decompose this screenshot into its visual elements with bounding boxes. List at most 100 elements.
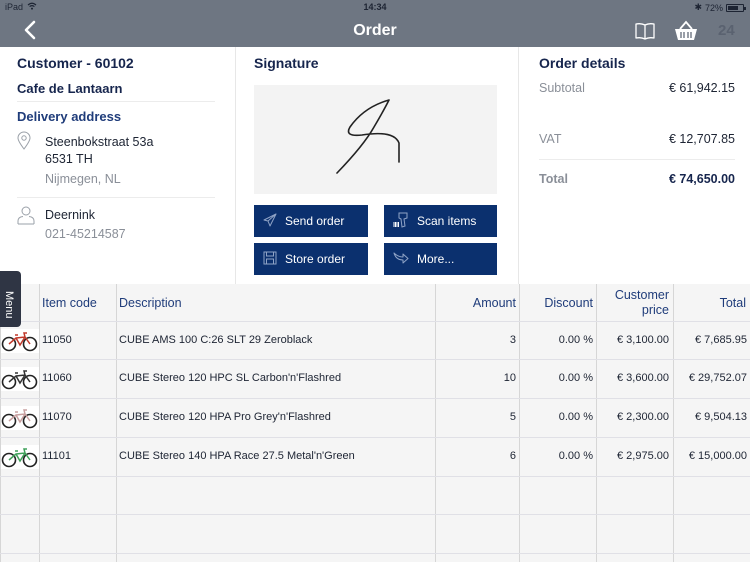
divider (17, 101, 215, 102)
bicycle-icon (1, 409, 39, 434)
total-row: Total € 74,650.00 (539, 172, 735, 186)
more-label: More... (417, 252, 455, 266)
vat-value: € 12,707.85 (668, 132, 735, 146)
item-code-cell: 11060 (42, 372, 72, 384)
amount-cell[interactable]: 3 (436, 334, 516, 346)
total-cell: € 15,000.00 (688, 450, 747, 462)
total-value: € 74,650.00 (668, 172, 735, 186)
customer-price-cell: € 2,300.00 (617, 411, 669, 423)
table-row[interactable]: 11050 CUBE AMS 100 C:26 SLT 29 Zeroblack… (0, 321, 750, 360)
navigation-bar: iPad 14:34 ✱ 72% Order 24 (0, 0, 750, 47)
address-line-2: 6531 TH (45, 152, 93, 166)
store-order-button[interactable]: Store order (254, 243, 368, 275)
bicycle-icon (1, 332, 39, 357)
order-lines-table: Item code Description Amount Discount Cu… (0, 284, 750, 562)
column-header-total[interactable]: Total (674, 296, 746, 310)
amount-cell[interactable]: 5 (436, 411, 516, 423)
column-header-customer-price-line2: price (641, 303, 669, 317)
order-header: Customer - 60102 Cafe de Lantaarn Delive… (0, 47, 750, 284)
column-header-customer-price-line1: Customer (614, 288, 669, 302)
discount-cell[interactable]: 0.00 % (520, 450, 593, 462)
customer-price-cell: € 2,975.00 (617, 450, 669, 462)
item-code-cell: 11101 (42, 450, 71, 462)
column-header-customer-price[interactable]: Customer price (597, 288, 669, 318)
barcode-scanner-icon (393, 212, 409, 231)
product-thumbnail (1, 406, 39, 430)
description-cell: CUBE Stereo 120 HPA Pro Grey'n'Flashred (119, 411, 331, 423)
battery-icon (726, 3, 746, 12)
amount-cell[interactable]: 10 (436, 372, 516, 384)
contact-name: Deernink (45, 208, 96, 222)
status-bar: iPad 14:34 ✱ 72% (0, 0, 750, 15)
bluetooth-icon: ✱ (694, 2, 702, 12)
total-cell: € 7,685.95 (695, 334, 747, 346)
customer-title: Customer - 60102 (17, 55, 134, 71)
column-header-discount[interactable]: Discount (520, 296, 593, 310)
customer-price-cell: € 3,100.00 (617, 334, 669, 346)
total-label: Total (539, 172, 568, 186)
description-cell: CUBE Stereo 140 HPA Race 27.5 Metal'n'Gr… (119, 450, 355, 462)
table-row[interactable]: 11070 CUBE Stereo 120 HPA Pro Grey'n'Fla… (0, 398, 750, 437)
battery-percent: 72% (704, 2, 723, 13)
column-header-item-code[interactable]: Item code (42, 296, 97, 310)
contact-person-icon (16, 205, 36, 230)
column-header-amount[interactable]: Amount (436, 296, 516, 310)
forward-arrow-icon (393, 251, 409, 268)
table-row[interactable]: 11101 CUBE Stereo 140 HPA Race 27.5 Meta… (0, 437, 750, 476)
basket-icon (673, 20, 699, 47)
signature-title: Signature (254, 55, 319, 71)
divider (235, 47, 236, 284)
divider (518, 47, 519, 284)
send-order-button[interactable]: Send order (254, 205, 368, 237)
basket-button[interactable] (673, 19, 697, 43)
discount-cell[interactable]: 0.00 % (520, 334, 593, 346)
total-cell: € 9,504.13 (695, 411, 747, 423)
column-header-description[interactable]: Description (119, 296, 182, 310)
book-icon (633, 23, 657, 47)
bicycle-icon (1, 370, 39, 395)
signature-stroke (336, 99, 400, 174)
order-details-title: Order details (539, 55, 626, 71)
item-code-cell: 11070 (42, 411, 72, 423)
catalog-button[interactable] (633, 19, 657, 43)
description-cell: CUBE AMS 100 C:26 SLT 29 Zeroblack (119, 334, 313, 346)
menu-tab-label: Menu (3, 291, 15, 319)
product-thumbnail (1, 367, 39, 391)
address-line-1: Steenbokstraat 53a (45, 135, 154, 149)
basket-count-badge: 24 (718, 22, 735, 39)
customer-price-cell: € 3,600.00 (617, 372, 669, 384)
order-screen: iPad 14:34 ✱ 72% Order 24 Customer - 601… (0, 0, 750, 562)
subtotal-row: Subtotal € 61,942.15 (539, 81, 735, 95)
product-thumbnail (1, 445, 39, 469)
divider (17, 197, 215, 198)
customer-name: Cafe de Lantaarn (17, 81, 123, 96)
divider (539, 159, 735, 160)
delivery-address-label: Delivery address (17, 109, 122, 124)
signature-pad[interactable] (254, 85, 497, 194)
item-code-cell: 11050 (42, 334, 72, 346)
discount-cell[interactable]: 0.00 % (520, 372, 593, 384)
more-button[interactable]: More... (384, 243, 497, 275)
table-row[interactable]: 11060 CUBE Stereo 120 HPC SL Carbon'n'Fl… (0, 359, 750, 398)
product-thumbnail (1, 329, 39, 353)
amount-cell[interactable]: 6 (436, 450, 516, 462)
menu-drawer-tab[interactable]: Menu (0, 271, 21, 327)
discount-cell[interactable]: 0.00 % (520, 411, 593, 423)
bicycle-icon (1, 448, 39, 473)
vat-row: VAT € 12,707.85 (539, 132, 735, 146)
scan-items-label: Scan items (417, 214, 477, 228)
vat-label: VAT (539, 132, 562, 146)
subtotal-label: Subtotal (539, 81, 585, 95)
save-disk-icon (263, 251, 277, 268)
total-cell: € 29,752.07 (688, 372, 747, 384)
clock: 14:34 (363, 2, 387, 12)
send-icon (263, 213, 277, 230)
row-divider (0, 514, 750, 515)
store-order-label: Store order (285, 252, 346, 266)
scan-items-button[interactable]: Scan items (384, 205, 497, 237)
location-pin-icon (17, 131, 31, 156)
description-cell: CUBE Stereo 120 HPC SL Carbon'n'Flashred (119, 372, 342, 384)
row-divider (0, 476, 750, 477)
row-divider (0, 553, 750, 554)
address-line-3: Nijmegen, NL (45, 172, 121, 186)
